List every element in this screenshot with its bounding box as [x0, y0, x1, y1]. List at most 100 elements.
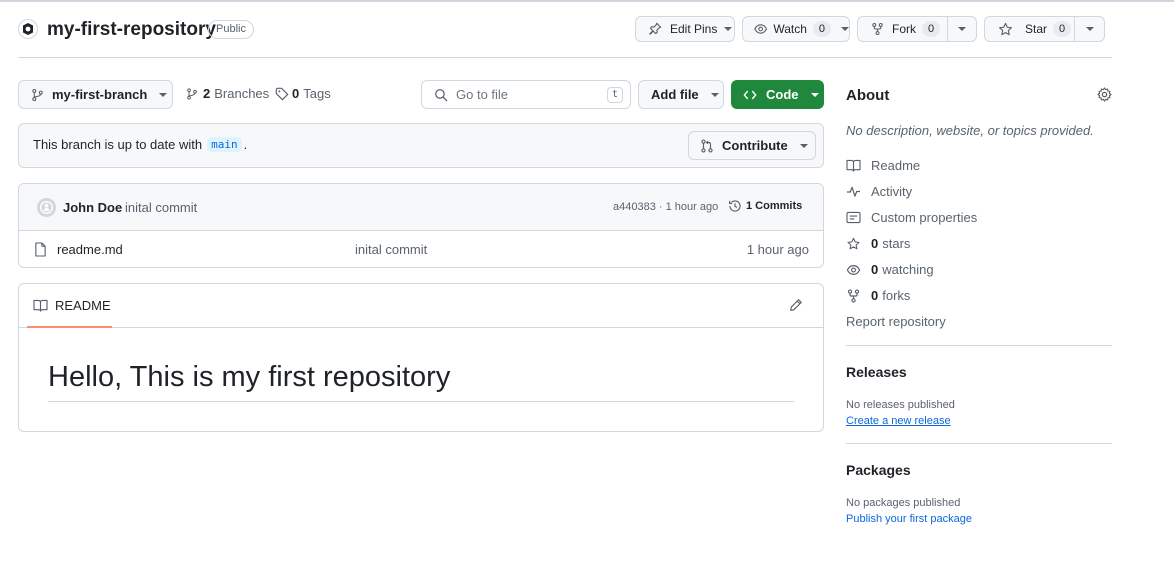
commits-label: 1 Commits [746, 200, 803, 212]
tags-link[interactable]: 0 Tags [275, 86, 331, 101]
publish-package-link[interactable]: Publish your first package [846, 513, 972, 525]
book-icon [846, 159, 861, 172]
go-to-file-search[interactable]: Go to file t [421, 80, 631, 109]
header-divider [18, 57, 1112, 58]
chevron-down-icon [1085, 27, 1094, 31]
packages-title[interactable]: Packages [846, 462, 911, 478]
watch-label: Watch [773, 22, 807, 36]
file-icon [35, 242, 46, 257]
eye-icon [754, 24, 768, 34]
activity-link[interactable]: Activity [846, 184, 912, 199]
star-dropdown-button[interactable] [1074, 16, 1105, 42]
chevron-down-icon [159, 92, 168, 97]
report-repository-link[interactable]: Report repository [846, 314, 946, 329]
commit-message[interactable]: inital commit [125, 200, 197, 215]
base-branch-label[interactable]: main [207, 137, 242, 152]
about-description: No description, website, or topics provi… [846, 123, 1094, 138]
readme-header: README [19, 284, 823, 328]
edit-pins-label: Edit Pins [670, 22, 718, 36]
forks-count: 0 [871, 288, 879, 303]
forks-label: forks [882, 288, 911, 303]
tags-label: Tags [303, 86, 331, 101]
star-button[interactable]: Star 0 [984, 16, 1075, 42]
star-count: 0 [1053, 21, 1072, 37]
commits-link[interactable]: 1 Commits [728, 199, 802, 213]
branch-status-message: This branch is up to date with [33, 137, 203, 152]
chevron-down-icon [724, 27, 733, 31]
branches-link[interactable]: 2 Branches [186, 86, 269, 101]
tags-count: 0 [292, 86, 300, 101]
commit-hash-time[interactable]: a440383 · 1 hour ago [613, 201, 718, 213]
top-border [0, 0, 1174, 2]
file-time: 1 hour ago [746, 242, 809, 257]
tag-icon [275, 87, 289, 100]
create-release-link[interactable]: Create a new release [846, 415, 951, 427]
releases-empty: No releases published [846, 399, 955, 411]
github-avatar-icon [39, 200, 54, 215]
branches-label: Branches [214, 86, 270, 101]
history-icon [729, 200, 741, 212]
readme-heading: Hello, This is my first repository [48, 361, 451, 393]
file-row[interactable]: readme.md inital commit 1 hour ago [19, 231, 823, 267]
chevron-down-icon [710, 92, 719, 97]
search-icon [435, 88, 448, 101]
add-file-button[interactable]: Add file [638, 80, 724, 109]
latest-commit-bar: John Doe inital commit a440383 · 1 hour … [19, 184, 823, 231]
add-file-label: Add file [651, 87, 699, 102]
releases-divider [846, 443, 1112, 444]
readme-link[interactable]: Readme [846, 158, 920, 173]
file-commit-message[interactable]: inital commit [355, 242, 427, 257]
readme-box: README Hello, This is my first repositor… [18, 283, 824, 432]
stars-link[interactable]: 0 stars [846, 236, 910, 251]
branch-selector[interactable]: my-first-branch [18, 80, 173, 109]
readme-tab-label: README [55, 297, 111, 313]
chevron-down-icon [958, 27, 966, 31]
pin-icon [649, 22, 662, 35]
watching-label: watching [882, 262, 934, 277]
repo-avatar[interactable] [18, 19, 38, 39]
contribute-label: Contribute [722, 138, 788, 153]
branch-status-box: This branch is up to date with main . Co… [18, 123, 824, 168]
watching-count: 0 [871, 262, 879, 277]
fork-icon [847, 288, 860, 303]
branch-icon [187, 87, 197, 100]
activity-link-label: Activity [871, 184, 913, 199]
branches-count: 2 [203, 86, 211, 101]
file-name[interactable]: readme.md [57, 242, 123, 257]
contribute-button[interactable]: Contribute [688, 131, 816, 160]
watch-button[interactable]: Watch 0 [742, 16, 850, 42]
about-divider [846, 345, 1112, 346]
fork-icon [872, 22, 883, 36]
star-icon [847, 237, 860, 249]
note-icon [846, 211, 861, 224]
fork-dropdown-button[interactable] [947, 16, 977, 42]
custom-properties-label: Custom properties [871, 210, 978, 225]
visibility-badge: Public [208, 20, 254, 39]
branch-status-text: This branch is up to date with main . [33, 137, 247, 152]
star-label: Star [1025, 22, 1048, 36]
edit-pins-button[interactable]: Edit Pins [635, 16, 735, 42]
pencil-icon[interactable] [789, 298, 803, 312]
watching-link[interactable]: 0 watching [846, 262, 934, 277]
author-avatar[interactable] [37, 198, 56, 217]
forks-link[interactable]: 0 forks [846, 288, 910, 303]
search-input[interactable]: Go to file [456, 87, 607, 102]
readme-tab[interactable]: README [27, 284, 112, 328]
search-shortcut-key: t [606, 86, 623, 103]
commit-author[interactable]: John Doe [63, 200, 122, 215]
pull-request-icon [701, 138, 713, 153]
custom-properties-link[interactable]: Custom properties [846, 210, 977, 225]
code-button[interactable]: Code [731, 80, 824, 109]
releases-title[interactable]: Releases [846, 364, 907, 380]
fork-count: 0 [922, 21, 941, 37]
code-icon [743, 90, 757, 99]
gear-icon[interactable] [1097, 87, 1112, 102]
star-icon [999, 22, 1012, 35]
pulse-icon [847, 186, 860, 197]
fork-button[interactable]: Fork 0 [857, 16, 948, 42]
chevron-down-icon [810, 92, 819, 97]
branch-icon [32, 88, 43, 101]
watch-count: 0 [812, 21, 831, 37]
repo-name[interactable]: my-first-repository [47, 18, 216, 42]
org-logo-icon [23, 23, 33, 35]
